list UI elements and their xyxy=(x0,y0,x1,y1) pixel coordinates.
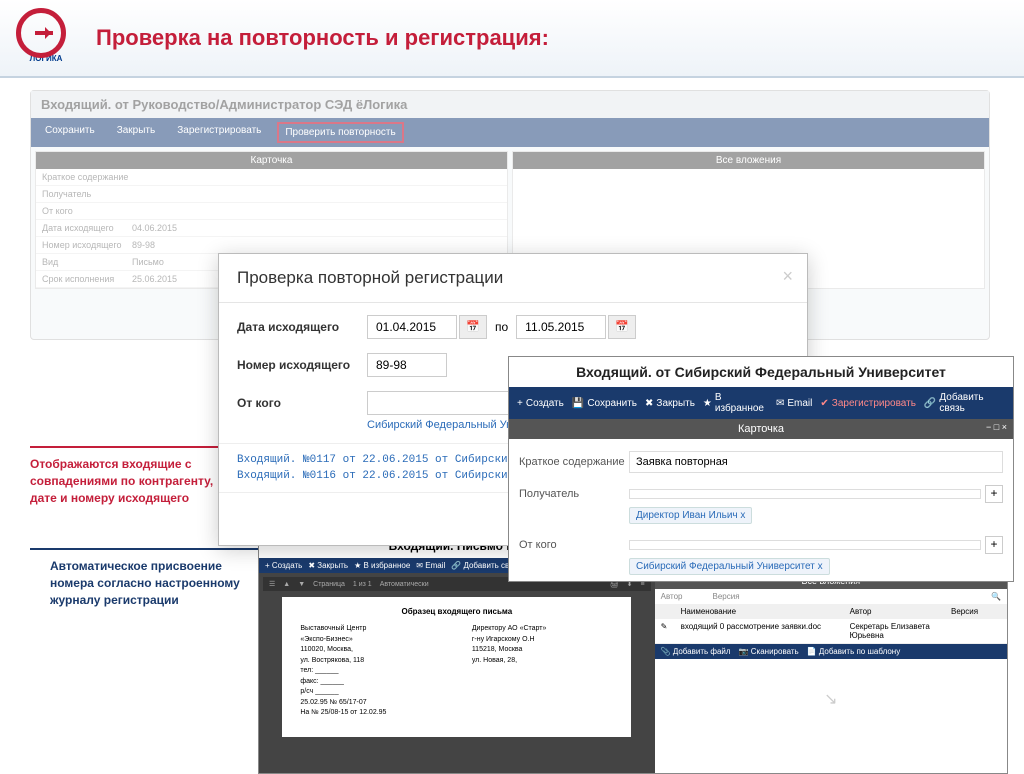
check-duplicate-button[interactable]: Проверить повторность xyxy=(277,122,403,143)
zoom-mode[interactable]: Автоматически xyxy=(380,581,429,588)
attachments-panel: Все вложения Автор Версия 🔍 Наименование… xyxy=(655,573,1007,773)
attachments-panel-head: Все вложения xyxy=(513,152,984,169)
add-icon[interactable]: + xyxy=(985,536,1003,554)
close-button[interactable]: ✖Закрыть xyxy=(645,398,695,409)
number-label: Номер исходящего xyxy=(237,358,367,372)
add-icon[interactable]: + xyxy=(985,485,1003,503)
add-link-button[interactable]: 🔗Добавить связь xyxy=(924,392,1005,414)
save-button[interactable]: 💾Сохранить xyxy=(572,398,637,409)
save-icon: 💾 xyxy=(572,398,584,409)
email-button[interactable]: ✉ Email xyxy=(416,561,445,570)
register-button[interactable]: ✔Зарегистрировать xyxy=(820,398,916,409)
save-button[interactable]: Сохранить xyxy=(39,122,101,143)
attachments-filters: Автор Версия 🔍 xyxy=(655,589,1007,604)
plus-icon: + xyxy=(517,398,523,409)
favorite-button[interactable]: ★В избранное xyxy=(703,392,768,414)
link-icon: 🔗 xyxy=(924,398,936,409)
summary-value[interactable]: Заявка повторная xyxy=(629,451,1003,473)
date-from-input[interactable] xyxy=(367,315,457,339)
card-panel-head: Карточка xyxy=(36,152,507,169)
close-icon[interactable]: × xyxy=(782,266,793,287)
sidebar-icon[interactable]: ☰ xyxy=(269,580,275,588)
favorite-button[interactable]: ★ В избранное xyxy=(354,561,410,570)
table-row[interactable]: ✎ входящий 0 рассмотрение заявки.doc Сек… xyxy=(655,619,1007,644)
dialog-title: Проверка повторной регистрации × xyxy=(219,254,807,303)
doc-title: Образец входящего письма xyxy=(300,607,613,616)
create-button[interactable]: +Создать xyxy=(517,398,564,409)
check-icon: ✔ xyxy=(820,398,828,409)
close-button[interactable]: Закрыть xyxy=(111,122,162,143)
table-header: Наименование Автор Версия xyxy=(655,604,1007,619)
date-to-input[interactable] xyxy=(516,315,606,339)
number-input[interactable] xyxy=(367,353,447,377)
x-icon: ✖ xyxy=(645,398,653,409)
calendar-icon[interactable]: 📅 xyxy=(608,315,636,339)
incoming-card-window: Входящий. от Сибирский Федеральный Униве… xyxy=(508,356,1014,582)
date-label: Дата исходящего xyxy=(237,320,367,334)
edit-icon[interactable]: ✎ xyxy=(661,622,681,640)
callout-text: Отображаются входящие с совпадениями по … xyxy=(30,456,220,506)
doc-right-col: Директору АО «Старт» г-ну Игарскому О.Н … xyxy=(472,624,613,719)
mail-icon: ✉ xyxy=(776,398,784,409)
logo: ЛОГИКА xyxy=(16,8,76,68)
nav-down-icon[interactable]: ▼ xyxy=(298,581,305,588)
register-button[interactable]: Зарегистрировать xyxy=(171,122,267,143)
win1-title: Входящий. от Руководство/Администратор С… xyxy=(31,91,989,118)
from-tag[interactable]: Сибирский Федеральный Университет x xyxy=(629,558,830,575)
win2-toolbar: +Создать 💾Сохранить ✖Закрыть ★В избранно… xyxy=(509,387,1013,419)
page-indicator: 1 из 1 xyxy=(353,581,372,588)
panel-controls[interactable]: − □ × xyxy=(986,422,1007,432)
add-file-button[interactable]: 📎 Добавить файл xyxy=(661,647,731,656)
recipient-value[interactable] xyxy=(629,489,981,499)
doc-left-col: Выставочный Центр «Экспо-Бизнес» 110020,… xyxy=(300,624,441,719)
email-button[interactable]: ✉Email xyxy=(776,398,812,409)
drag-area[interactable]: ↘ xyxy=(655,659,1007,739)
calendar-icon[interactable]: 📅 xyxy=(459,315,487,339)
callout-text: Автоматическое присвоение номера согласн… xyxy=(50,558,240,608)
recipient-label: Получатель xyxy=(519,488,629,500)
card-section-head: Карточка − □ × xyxy=(509,419,1013,439)
pdf-viewer: ☰ ▲ ▼ Страница 1 из 1 Автоматически 🖨 ⬇ … xyxy=(259,573,655,773)
win2-title: Входящий. от Сибирский Федеральный Униве… xyxy=(509,357,1013,387)
attachment-actions: 📎 Добавить файл 📷 Сканировать 📄 Добавить… xyxy=(655,644,1007,659)
from-value[interactable] xyxy=(629,540,981,550)
add-template-button[interactable]: 📄 Добавить по шаблону xyxy=(807,647,900,656)
callout-line xyxy=(30,548,260,550)
document-page: Образец входящего письма Выставочный Цен… xyxy=(282,597,631,737)
page-header: ЛОГИКА Проверка на повторность и регистр… xyxy=(0,0,1024,78)
scan-button[interactable]: 📷 Сканировать xyxy=(739,647,799,656)
from-label: От кого xyxy=(519,539,629,551)
close-button[interactable]: ✖ Закрыть xyxy=(308,561,348,570)
from-label: От кого xyxy=(237,396,367,410)
search-icon[interactable]: 🔍 xyxy=(991,592,1001,601)
summary-label: Краткое содержание xyxy=(519,456,629,468)
star-icon: ★ xyxy=(703,398,712,409)
recipient-tag[interactable]: Директор Иван Ильич x xyxy=(629,507,752,524)
callout-line xyxy=(30,446,240,448)
nav-up-icon[interactable]: ▲ xyxy=(283,581,290,588)
page-title: Проверка на повторность и регистрация: xyxy=(96,25,549,51)
win1-toolbar: Сохранить Закрыть Зарегистрировать Прове… xyxy=(31,118,989,147)
create-button[interactable]: + Создать xyxy=(265,561,302,570)
